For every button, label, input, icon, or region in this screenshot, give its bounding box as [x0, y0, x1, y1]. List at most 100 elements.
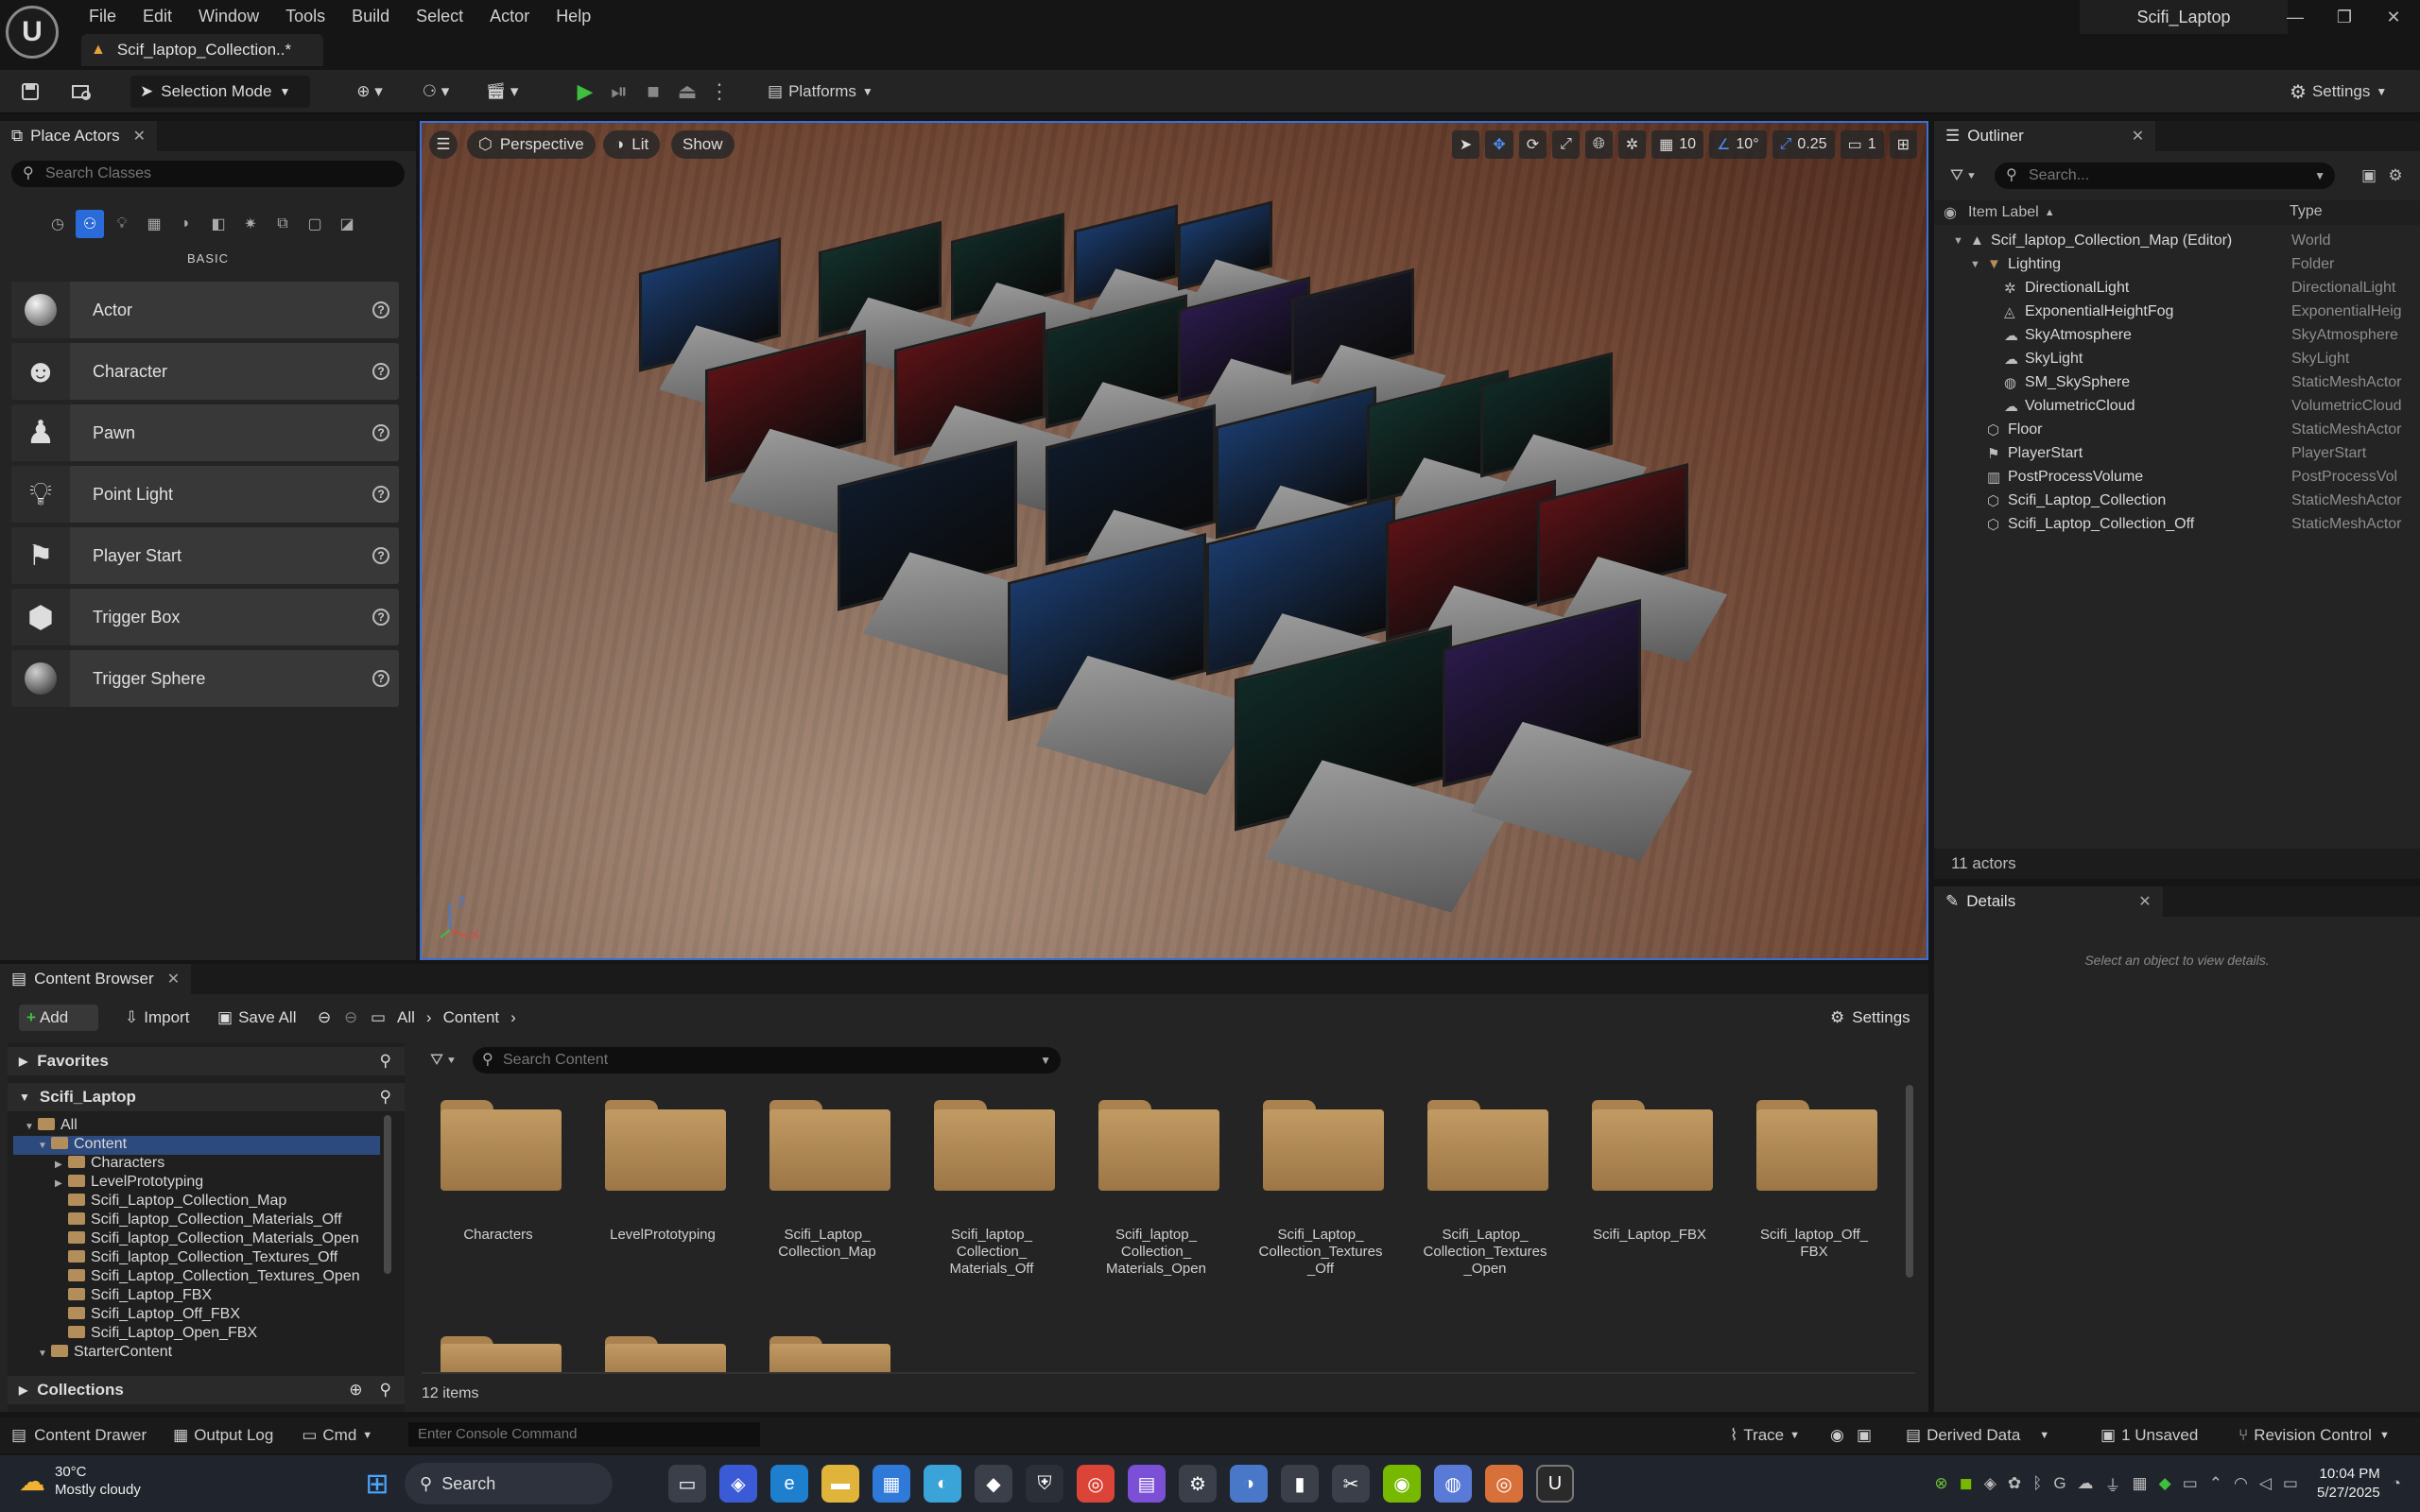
asset-scrollbar[interactable] [1906, 1085, 1913, 1278]
basic-icon[interactable]: ⚇ [76, 210, 104, 238]
eye-icon[interactable]: ◉ [1944, 203, 1957, 222]
help-icon[interactable]: ? [372, 486, 389, 503]
browse-icon[interactable] [66, 76, 96, 108]
actor-item-character[interactable]: ☻ Character ? [11, 343, 399, 400]
content-drawer-button[interactable]: ▤ Content Drawer [11, 1426, 147, 1445]
windows-start-icon[interactable]: ⊞ [358, 1465, 396, 1503]
recent-icon[interactable]: ◷ [43, 210, 72, 238]
chrome-profile-icon[interactable]: ◎ [1485, 1465, 1523, 1503]
help-icon[interactable]: ? [372, 670, 389, 687]
menu-edit[interactable]: Edit [130, 2, 185, 30]
outliner-row[interactable]: ◬ ExponentialHeightFog ExponentialHeig [1934, 300, 2420, 323]
outliner-row[interactable]: ⬡ Scifi_Laptop_Collection_Off StaticMeshAc… [1934, 512, 2420, 536]
asset-folder-tile[interactable]: Scifi_Laptop_ Collection_Map [745, 1096, 909, 1304]
screenshot-icon[interactable]: ▣ [1857, 1426, 1872, 1445]
alien-app-icon[interactable]: ◆ [975, 1465, 1012, 1503]
add-folder-icon[interactable]: ▣ [2358, 164, 2380, 187]
surface-snap-icon[interactable]: ✲ [1617, 130, 1647, 159]
actor-item-pawn[interactable]: ♟ Pawn ? [11, 404, 399, 461]
help-icon[interactable]: ? [372, 609, 389, 626]
menu-help[interactable]: Help [543, 2, 604, 30]
more-icon[interactable]: ◪ [333, 210, 361, 238]
asset-folder-tile[interactable]: Characters [416, 1096, 580, 1304]
expander-icon[interactable]: ▶ [55, 1178, 68, 1189]
details-tab[interactable]: ✎ Details ✕ [1934, 886, 2163, 917]
app-tray-icon[interactable]: ✿ [2008, 1474, 2021, 1493]
folder-tree-item[interactable]: Scifi_Laptop_Collection_Map [13, 1193, 380, 1211]
expander-icon[interactable]: ▼ [25, 1122, 38, 1132]
revision-control-dropdown[interactable]: ⑂ Revision Control ▼ [2238, 1426, 2390, 1445]
column-item-label[interactable]: Item Label [1968, 204, 2039, 221]
grammarly-icon[interactable]: G [2053, 1474, 2066, 1493]
close-icon[interactable]: ✕ [133, 127, 146, 146]
outliner-row[interactable]: ⬡ Scifi_Laptop_Collection StaticMeshActor [1934, 489, 2420, 512]
lights-icon[interactable]: 💡︎ [108, 210, 136, 238]
project-header[interactable]: ▼ Scifi_Laptop ⚲ [8, 1083, 405, 1111]
close-window-button[interactable]: ✕ [2369, 0, 2418, 34]
xbox-icon[interactable]: ⊗ [1934, 1474, 1947, 1493]
battery-icon[interactable]: ▭ [2283, 1474, 2298, 1493]
level-viewport[interactable]: ☰ ⬡ Perspective ◑ Lit Show ➤ ✥ ⟳ ⤢ 🌐︎ ✲ … [420, 121, 1928, 960]
shapes-icon[interactable]: ▢ [301, 210, 329, 238]
help-icon[interactable]: ? [372, 547, 389, 564]
restore-button[interactable]: ❐ [2320, 0, 2369, 34]
globe-app-icon[interactable]: ◑ [1230, 1465, 1268, 1503]
search-icon[interactable]: ⚲ [380, 1088, 391, 1107]
place-actors-tab[interactable]: ⧉ Place Actors ✕ [0, 121, 158, 151]
breadcrumb-content[interactable]: Content [443, 1008, 500, 1027]
taskbar-search[interactable]: ⚲ Search [405, 1463, 613, 1504]
world-space-icon[interactable]: 🌐︎ [1584, 130, 1613, 159]
help-icon[interactable]: ? [372, 424, 389, 441]
output-log-button[interactable]: ▦ Output Log [173, 1426, 273, 1445]
derived-data-dropdown[interactable]: ▤ Derived Data ▼ [1906, 1426, 2049, 1445]
help-icon[interactable]: ? [372, 363, 389, 380]
column-type[interactable]: Type [2290, 203, 2323, 220]
outliner-row[interactable]: ◍ SM_SkySphere StaticMeshActor [1934, 370, 2420, 394]
menu-file[interactable]: File [76, 2, 130, 30]
nvidia-tray-icon[interactable]: ◼ [1960, 1474, 1973, 1493]
task-view-icon[interactable]: ▭ [668, 1465, 706, 1503]
play-icon[interactable]: ▶ [571, 77, 599, 106]
folder-tree-item[interactable]: Scifi_Laptop_FBX [13, 1287, 380, 1306]
rotation-snap-toggle[interactable]: ∠ 10° [1709, 130, 1767, 159]
select-tool-icon[interactable]: ➤ [1451, 130, 1480, 159]
menu-tools[interactable]: Tools [272, 2, 338, 30]
security-icon[interactable]: ◈ [1984, 1474, 1996, 1493]
expander-icon[interactable]: ▼ [38, 1141, 51, 1151]
file-explorer-icon[interactable]: ▬ [821, 1465, 859, 1503]
outliner-row[interactable]: ⬡ Floor StaticMeshActor [1934, 418, 2420, 441]
console-command-input[interactable]: Enter Console Command [408, 1422, 760, 1447]
folder-tree-item[interactable]: ▼ StarterContent [13, 1344, 380, 1363]
store-icon[interactable]: ▦ [873, 1465, 910, 1503]
geometry-icon[interactable]: ◧ [204, 210, 233, 238]
show-button[interactable]: Show [671, 130, 735, 159]
folder-icon[interactable] [441, 1336, 562, 1372]
speaker-icon[interactable]: ◁ [2259, 1474, 2272, 1493]
outliner-row[interactable]: ⚑ PlayerStart PlayerStart [1934, 441, 2420, 465]
folder-tree-item[interactable]: Scifi_Laptop_Collection_Textures_Open [13, 1268, 380, 1287]
folder-tree-item[interactable]: ▼ All [13, 1117, 380, 1136]
add-button[interactable]: + Add [19, 1005, 98, 1031]
outliner-row[interactable]: ▼ ▲ Scif_laptop_Collection_Map (Editor) Wor… [1934, 229, 2420, 252]
content-browser-tab[interactable]: ▤ Content Browser ✕ [0, 964, 192, 994]
all-classes-icon[interactable]: ⧉ [268, 210, 297, 238]
save-icon[interactable] [15, 76, 45, 108]
eject-icon[interactable]: ⏏︎ [673, 77, 701, 106]
asset-folder-tile[interactable]: Scifi_Laptop_ Collection_Textures _Off [1238, 1096, 1403, 1304]
close-icon[interactable]: ✕ [2132, 127, 2144, 146]
folder-tree-item[interactable]: Scifi_Laptop_Open_FBX [13, 1325, 380, 1344]
photos-icon[interactable]: ◐ [924, 1465, 961, 1503]
selection-mode-dropdown[interactable]: ➤ Selection Mode ▼ [130, 76, 310, 108]
folder-tree-item[interactable]: Scifi_laptop_Collection_Materials_Off [13, 1211, 380, 1230]
search-content-input[interactable]: ⚲ Search Content ▼ [473, 1047, 1061, 1074]
expander-icon[interactable]: ▶ [55, 1160, 68, 1170]
collections-header[interactable]: ▶ Collections ⊕ ⚲ [8, 1376, 405, 1404]
vpn-icon[interactable]: ◆ [2159, 1474, 2171, 1493]
forward-icon[interactable]: ⊖ [337, 1005, 365, 1031]
gear-icon[interactable]: ⚙ [2384, 164, 2407, 187]
asset-folder-tile[interactable]: Scifi_Laptop_FBX [1567, 1096, 1732, 1304]
settings-dropdown[interactable]: ⚙ Settings ▼ [2290, 76, 2387, 108]
breadcrumb-all[interactable]: All [397, 1008, 415, 1027]
expander-icon[interactable]: ▼ [38, 1349, 51, 1359]
actor-item-trigger-sphere[interactable]: Trigger Sphere ? [11, 650, 399, 707]
